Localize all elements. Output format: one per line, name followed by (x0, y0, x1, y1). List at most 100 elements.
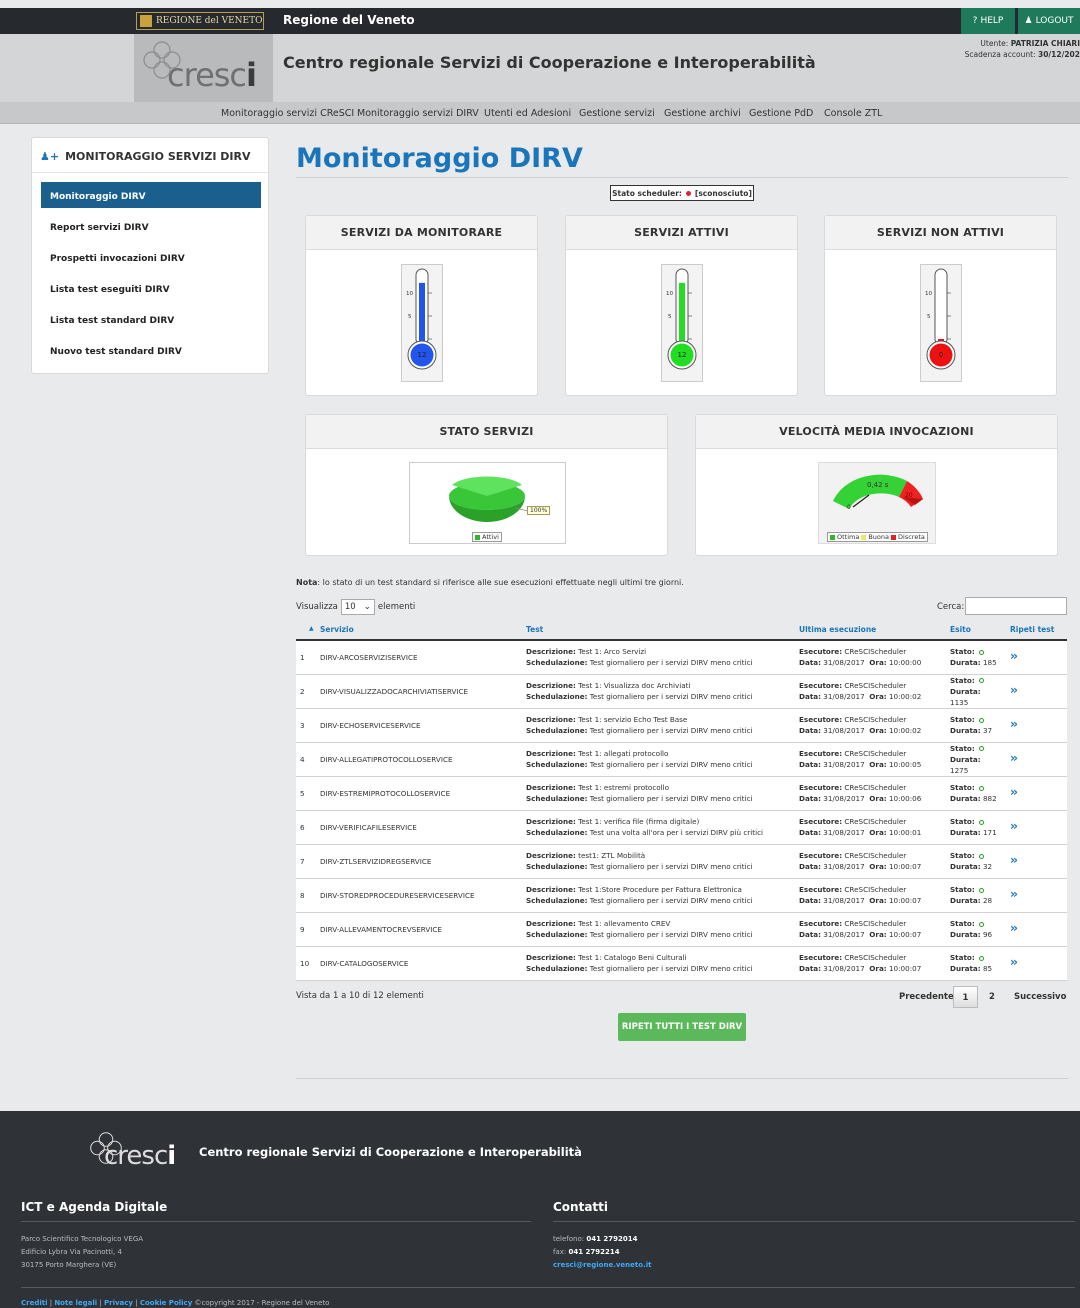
link-privacy[interactable]: Privacy (104, 1299, 133, 1307)
legend-swatch (475, 534, 480, 540)
exec-date: 31/08/2017 (823, 692, 865, 701)
sched-label: Schedulazione: (526, 794, 588, 803)
cell-esito: Stato: Durata: 171 (941, 810, 997, 845)
cresci-logo[interactable]: cresci (134, 34, 273, 102)
repeat-test-icon[interactable]: ›› (1010, 785, 1018, 799)
sidebar-item-report[interactable]: Report servizi DIRV (41, 213, 261, 239)
help-button[interactable]: ? HELP (961, 8, 1015, 34)
cell-servizio: 9 DIRV-ALLEVAMENTOCREVSERVICE (296, 912, 509, 947)
pager-next[interactable]: Successivo (1014, 992, 1066, 1002)
sched-label: Schedulazione: (526, 930, 588, 939)
phone-label: telefono: (553, 1235, 585, 1243)
link-cookie-policy[interactable]: Cookie Policy (140, 1299, 192, 1307)
column-header-ripeti[interactable]: Ripeti test (997, 620, 1067, 641)
thermometer: 10 5 12 (661, 264, 703, 382)
sort-asc-icon: ▲ (309, 625, 314, 632)
status-ok-icon (978, 921, 984, 927)
flower-icon (143, 41, 181, 79)
thermo-value: 12 (677, 351, 687, 359)
date-label: Data: (799, 658, 821, 668)
nav-monitoraggio-dirv[interactable]: Monitoraggio servizi DIRV (357, 108, 479, 119)
table-row: 6 DIRV-VERIFICAFILESERVICE Descrizione: Te… (296, 810, 1067, 845)
state-label: Stato: (950, 851, 975, 860)
row-number: 5 (300, 788, 305, 798)
sidebar-item-lista-eseguiti[interactable]: Lista test eseguiti DIRV (41, 275, 261, 301)
nav-monitoraggio-cresci[interactable]: Monitoraggio servizi CReSCI (221, 108, 354, 119)
app-title: Centro regionale Servizi di Cooperazione… (283, 53, 816, 72)
status-ok-icon (978, 746, 984, 751)
nav-gestione-pdd[interactable]: Gestione PdD (749, 108, 813, 119)
repeat-test-icon[interactable]: ›› (1010, 955, 1018, 969)
sched-label: Schedulazione: (526, 896, 588, 905)
nav-console-ztl[interactable]: Console ZTL (824, 108, 882, 119)
cell-ripeti: ›› (997, 708, 1067, 743)
panel-velocita-media: VELOCITÀ MEDIA INVOCAZIONI 0,42 s 0 20 O… (695, 414, 1058, 556)
desc-label: Descrizione: (526, 783, 576, 792)
top-bar: REGIONE del VENETO Regione del Veneto ? … (0, 8, 1080, 34)
pager-page-2[interactable]: 2 (989, 992, 995, 1002)
repeat-test-icon[interactable]: ›› (1010, 853, 1018, 867)
panel-servizi-da-monitorare: SERVIZI DA MONITORARE 10 5 12 (305, 215, 538, 396)
repeat-test-icon[interactable]: ›› (1010, 751, 1018, 765)
user-label: Utente: (980, 39, 1009, 48)
repeat-test-icon[interactable]: ›› (1010, 717, 1018, 731)
divider (21, 1287, 1075, 1288)
email-link[interactable]: cresci@regione.veneto.it (553, 1261, 651, 1269)
regione-veneto-logo[interactable]: REGIONE del VENETO (136, 12, 264, 30)
nav-utenti-adesioni[interactable]: Utenti ed Adesioni (484, 108, 571, 119)
panel-stato-servizi: STATO SERVIZI 100% Attivi (305, 414, 668, 556)
time-label: Ora: (869, 658, 887, 668)
test-schedule: Test giornaliero per i servizi DIRV meno… (589, 964, 753, 973)
repeat-test-icon[interactable]: ›› (1010, 819, 1018, 833)
service-name: DIRV-ESTREMIPROTOCOLLOSERVICE (320, 788, 451, 798)
table-row: 4 DIRV-ALLEGATIPROTOCOLLOSERVICE Descrizio… (296, 742, 1067, 777)
repeat-test-icon[interactable]: ›› (1010, 887, 1018, 901)
repeat-all-tests-button[interactable]: RIPETI TUTTI I TEST DIRV (618, 1013, 746, 1041)
regione-logo-text: REGIONE del VENETO (156, 16, 263, 26)
duration-value: 185 (982, 658, 997, 668)
cell-servizio: 4 DIRV-ALLEGATIPROTOCOLLOSERVICE (296, 742, 509, 777)
search-input[interactable] (965, 597, 1067, 615)
pager-prev[interactable]: Precedente (899, 992, 954, 1002)
column-header-servizio[interactable]: ▲ Servizio (296, 620, 509, 641)
executor: CReSCIScheduler (844, 749, 907, 758)
cell-esito: Stato: Durata: 882 (941, 776, 997, 811)
cell-test: Descrizione: Test 1: Arco Servizi Schedul… (509, 640, 782, 675)
column-header-esito[interactable]: Esito (941, 620, 997, 641)
table-row: 8 DIRV-STOREDPROCEDURESERVICESERVICE Descr… (296, 878, 1067, 913)
legend-attivi: Attivi (482, 533, 499, 541)
nav-gestione-archivi[interactable]: Gestione archivi (664, 108, 741, 119)
header-ultima-esecuzione: Ultima esecuzione (799, 625, 877, 634)
test-description: Test 1: Visualizza doc Archiviati (578, 681, 691, 690)
duration-label: Durata: (950, 828, 981, 837)
status-dot-icon (685, 190, 691, 196)
pager-page-1[interactable]: 1 (953, 986, 978, 1008)
footer-logo[interactable]: cresci (104, 1141, 176, 1171)
address-line: 30175 Porto Marghera (VE) (21, 1261, 117, 1269)
status-ok-icon (978, 819, 984, 825)
desc-label: Descrizione: (526, 715, 576, 724)
service-name: DIRV-ARCOSERVIZISERVICE (320, 652, 418, 662)
sidebar-item-monitoraggio[interactable]: Monitoraggio DIRV (41, 182, 261, 208)
page-length-select[interactable]: 10 ⌄ (340, 599, 375, 615)
gauge-graphic (833, 474, 923, 509)
sidebar-item-prospetti[interactable]: Prospetti invocazioni DIRV (41, 244, 261, 270)
repeat-test-icon[interactable]: ›› (1010, 683, 1018, 697)
show-label: Visualizza (296, 602, 338, 612)
repeat-test-icon[interactable]: ›› (1010, 649, 1018, 663)
cell-ripeti: ›› (997, 844, 1067, 879)
search-label: Cerca: (937, 602, 965, 612)
logout-button[interactable]: ♟ LOGOUT (1018, 8, 1080, 34)
nav-gestione-servizi[interactable]: Gestione servizi (579, 108, 655, 119)
link-note-legali[interactable]: Note legali (54, 1299, 97, 1307)
cell-test: Descrizione: Test 1: verifica file (firm… (509, 810, 782, 845)
duration-label: Durata: (950, 658, 981, 668)
thermo-tick: 5 (668, 314, 672, 320)
link-crediti[interactable]: Crediti (21, 1299, 48, 1307)
sidebar-item-nuovo-test[interactable]: Nuovo test standard DIRV (41, 337, 261, 363)
executor: CReSCIScheduler (844, 715, 907, 724)
repeat-test-icon[interactable]: ›› (1010, 921, 1018, 935)
sidebar-item-lista-standard[interactable]: Lista test standard DIRV (41, 306, 261, 332)
column-header-test[interactable]: Test (509, 620, 782, 641)
column-header-ultima-esecuzione[interactable]: Ultima esecuzione (782, 620, 941, 641)
